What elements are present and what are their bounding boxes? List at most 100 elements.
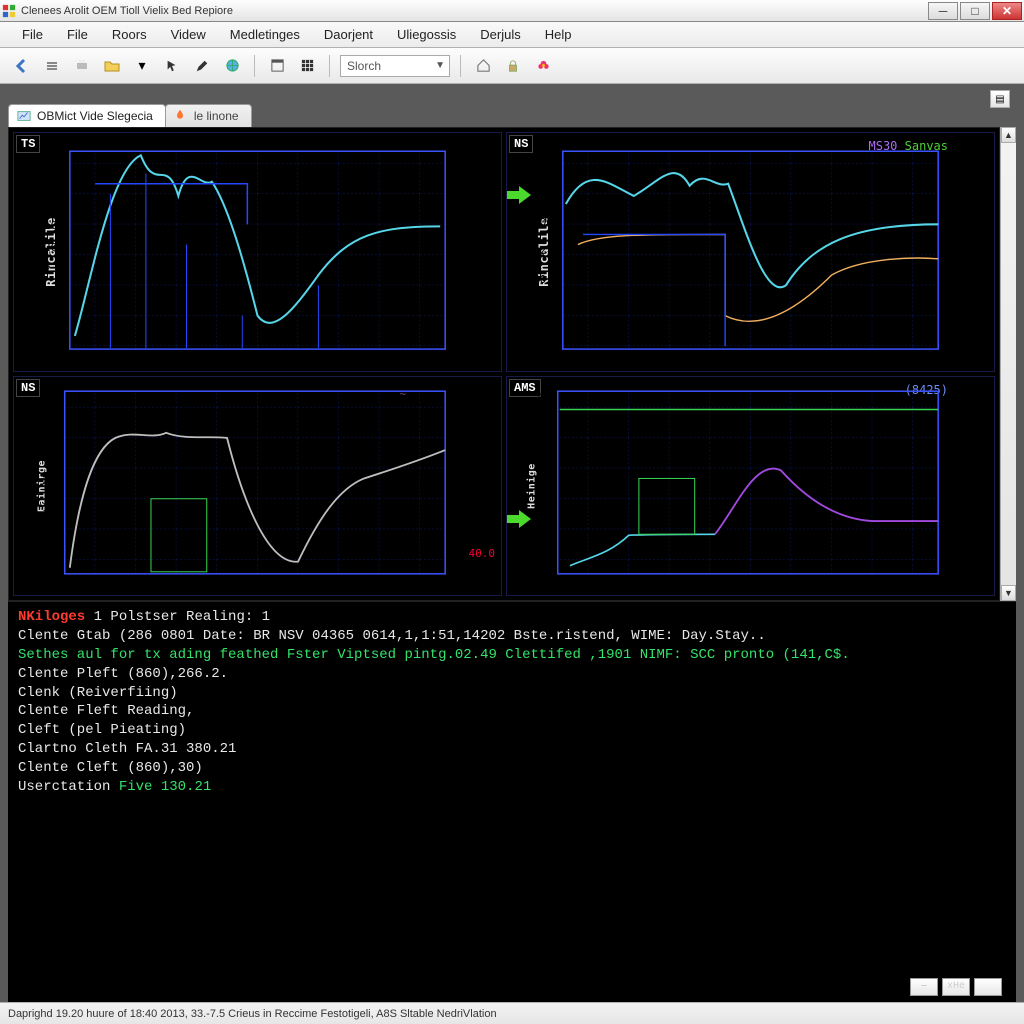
minimize-button[interactable]: ─: [928, 2, 958, 20]
close-button[interactable]: ✕: [992, 2, 1022, 20]
window-title: Clenees Arolit OEM Tioll Vielix Bed Repi…: [21, 5, 233, 17]
ytick: 14: [44, 174, 64, 187]
xtick: S1: [140, 352, 153, 365]
toolbar-separator: [254, 55, 255, 77]
ytick: 72: [42, 446, 55, 459]
dropdown-icon[interactable]: ▾: [130, 54, 154, 78]
pen-icon[interactable]: [190, 54, 214, 78]
print-icon[interactable]: [70, 54, 94, 78]
console-text: 1 Polstser R: [85, 609, 194, 625]
xtick: 790: [817, 352, 837, 365]
cursor-icon[interactable]: [160, 54, 184, 78]
bottom-toolbar: ⎯ xHe: [910, 978, 1002, 996]
xtick: 15IG: [859, 578, 886, 591]
menu-file2[interactable]: File: [57, 24, 98, 45]
xtick: 31: [125, 578, 138, 591]
scroll-up-button[interactable]: ▲: [1001, 127, 1016, 143]
chart-container: TS Rincalile 120 14 21 10 20 7 10 1 0: [8, 127, 1000, 601]
rytick: 4000: [962, 450, 989, 463]
xtick: 19200: [290, 578, 323, 591]
mini-button-1[interactable]: ⎯: [910, 978, 938, 996]
console-line: Sethes aul for tx ading feathed Fster Vi…: [18, 646, 1006, 665]
mini-button-2[interactable]: xHe: [942, 978, 970, 996]
rytick: 4900: [962, 241, 989, 254]
back-button[interactable]: [10, 54, 34, 78]
menu-uliegossis[interactable]: Uliegossis: [387, 24, 466, 45]
console-text: Userctation: [18, 779, 119, 795]
rytick: 66.00: [462, 318, 495, 331]
xtick: 15: [235, 578, 248, 591]
menu-view[interactable]: Videw: [161, 24, 216, 45]
ytick: 10: [44, 219, 64, 232]
xtick: 80I1: [562, 352, 589, 365]
scroll-down-button[interactable]: ▼: [1001, 585, 1016, 601]
xtick: 40I1: [69, 352, 96, 365]
console-line: NKiloges 1 Polstser Realing: 1: [18, 608, 1006, 627]
rytick: 40.20: [462, 475, 495, 488]
xtick: 14208: [365, 578, 398, 591]
chart-panel-ts[interactable]: TS Rincalile 120 14 21 10 20 7 10 1 0: [13, 132, 502, 372]
vertical-scrollbar[interactable]: ▲ ▼: [1000, 127, 1016, 601]
mini-button-3[interactable]: [974, 978, 1002, 996]
ytick: 1000: [533, 187, 560, 200]
search-placeholder: Slorch: [347, 59, 381, 73]
xtick: 201: [64, 578, 84, 591]
menu-medletinges[interactable]: Medletinges: [220, 24, 310, 45]
rytick: 11.90: [462, 266, 495, 279]
xtick: 12610: [795, 578, 828, 591]
console-line: Clente Gtab (286 0801 Date: BR NSV 04365…: [18, 627, 1006, 646]
flame-tab-icon: [174, 109, 188, 123]
rytick: 4400: [962, 402, 989, 415]
ytick: 10: [537, 501, 550, 514]
ytick: 1: [537, 529, 550, 542]
toolbar-separator-3: [460, 55, 461, 77]
folder-icon[interactable]: [100, 54, 124, 78]
tab-obmict-vide[interactable]: OBMict Vide Slegecia: [8, 104, 166, 127]
xtick: 85: [658, 352, 671, 365]
ytick: 120: [44, 151, 64, 164]
xtick: 120: [257, 352, 277, 365]
xtick: 14085: [906, 352, 939, 365]
menu-derjuls[interactable]: Derjuls: [470, 24, 530, 45]
ytick: 4: [537, 391, 550, 404]
search-combo[interactable]: Slorch ▼: [340, 55, 450, 77]
chevron-down-icon: ▼: [435, 60, 445, 71]
rytick: 10.00: [462, 438, 495, 451]
toolbar-separator-2: [329, 55, 330, 77]
forward-button[interactable]: [40, 54, 64, 78]
ytick: 0: [533, 331, 560, 344]
ytick: 0: [537, 556, 550, 569]
menu-roors[interactable]: Roors: [102, 24, 157, 45]
xtick: 5: [439, 578, 446, 591]
rytick: 40.0: [462, 547, 495, 560]
tab-le-linone[interactable]: le linone: [165, 104, 252, 127]
window-icon[interactable]: [265, 54, 289, 78]
ytick: 40: [42, 529, 55, 542]
flower-icon[interactable]: [531, 54, 555, 78]
ytick: 80: [533, 273, 560, 286]
ytick: 20: [42, 419, 55, 432]
status-text: Daprighd 19.20 huure of 18:40 2013, 33.-…: [8, 1008, 497, 1020]
chart-panel-ams[interactable]: AMS Heinige (8425) 4 60 10 20 10 1 0: [506, 376, 995, 596]
menu-daorject[interactable]: Daorjent: [314, 24, 383, 45]
menu-file[interactable]: File: [12, 24, 53, 45]
xtick: @: [601, 578, 608, 591]
globe-icon[interactable]: [220, 54, 244, 78]
lock-icon[interactable]: [501, 54, 525, 78]
grid-icon[interactable]: [295, 54, 319, 78]
maximize-button[interactable]: □: [960, 2, 990, 20]
chart-panel-ns-top[interactable]: NS Rincalile MS30 Sanvas 1000 1000 1000 …: [506, 132, 995, 372]
console-line: Cleft (pel Pieating): [18, 721, 1006, 740]
console[interactable]: NKiloges 1 Polstser Realing: 1 Clente Gt…: [8, 601, 1016, 1002]
ytick: 0: [42, 556, 55, 569]
app-icon: [2, 4, 16, 18]
xtick: 140: [675, 578, 695, 591]
ytick: 10: [44, 286, 64, 299]
home-icon[interactable]: [471, 54, 495, 78]
xtick: 10: [180, 578, 193, 591]
chart-panel-ns-bottom[interactable]: NS Eainirge ~ 20 20 72 20 10 40 0 60.00 …: [13, 376, 502, 596]
xtick: 15: [199, 352, 212, 365]
xtick: 19083: [916, 578, 949, 591]
panel-control-button[interactable]: ▤: [990, 90, 1010, 108]
menu-help[interactable]: Help: [535, 24, 582, 45]
